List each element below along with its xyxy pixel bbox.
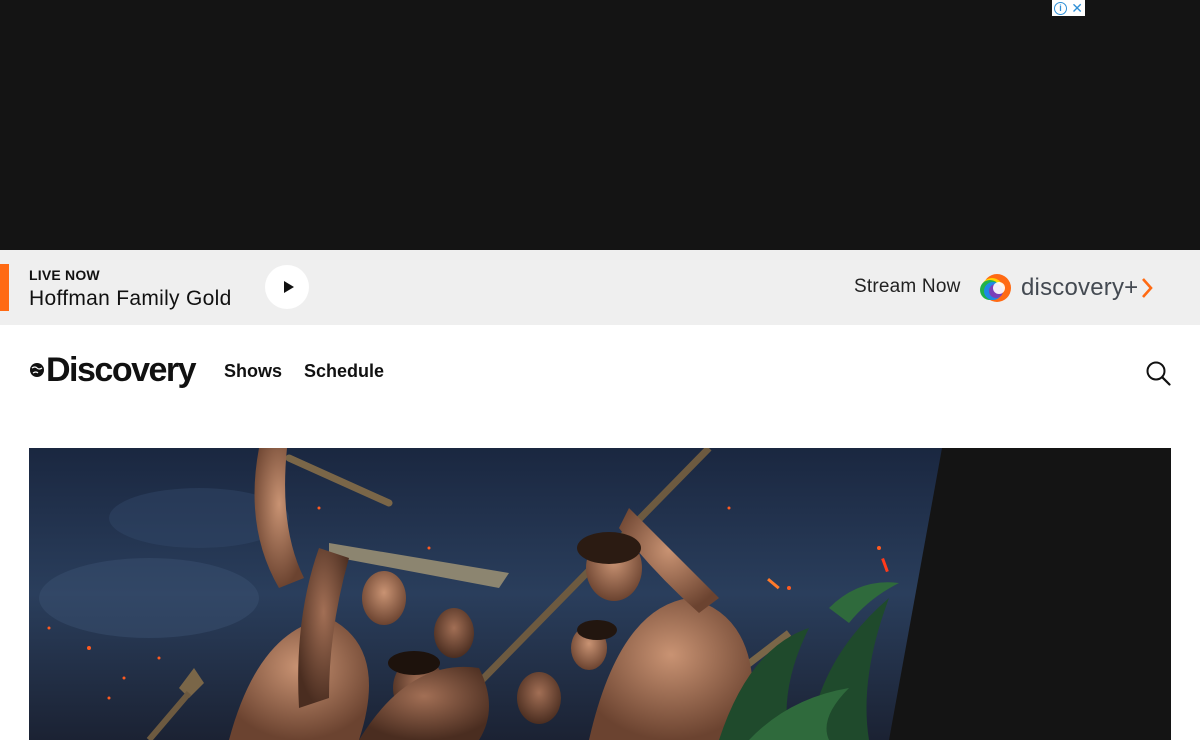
ad-close-icon[interactable]: ✕ [1071,1,1083,15]
main-nav: Discovery Shows Schedule [0,325,1200,419]
hero-artwork [29,448,942,740]
discovery-plus-wordmark: discovery+ [1021,274,1139,301]
play-button[interactable] [265,265,309,309]
search-icon[interactable] [1145,360,1171,386]
discovery-plus-link[interactable]: discovery+ [977,272,1177,304]
play-icon [283,281,294,293]
logo-text: Discovery [46,351,197,389]
nav-link-schedule[interactable]: Schedule [304,361,384,382]
ad-choices[interactable]: i ✕ [1052,0,1085,16]
chevron-right-icon [1142,278,1154,298]
hero-banner[interactable] [29,448,1171,740]
globe-icon [30,363,44,377]
nav-link-shows[interactable]: Shows [224,361,282,382]
live-show-title[interactable]: Hoffman Family Gold [29,287,232,311]
live-now-bar: LIVE NOW Hoffman Family Gold Stream Now … [0,250,1200,325]
stream-now-label[interactable]: Stream Now [854,276,961,298]
discovery-logo[interactable]: Discovery [29,351,197,389]
discovery-plus-logo-icon [980,274,1011,302]
ad-banner: i ✕ [0,0,1200,250]
live-now-label: LIVE NOW [29,267,100,283]
live-accent-stripe [0,264,9,311]
ad-info-icon[interactable]: i [1054,1,1068,15]
